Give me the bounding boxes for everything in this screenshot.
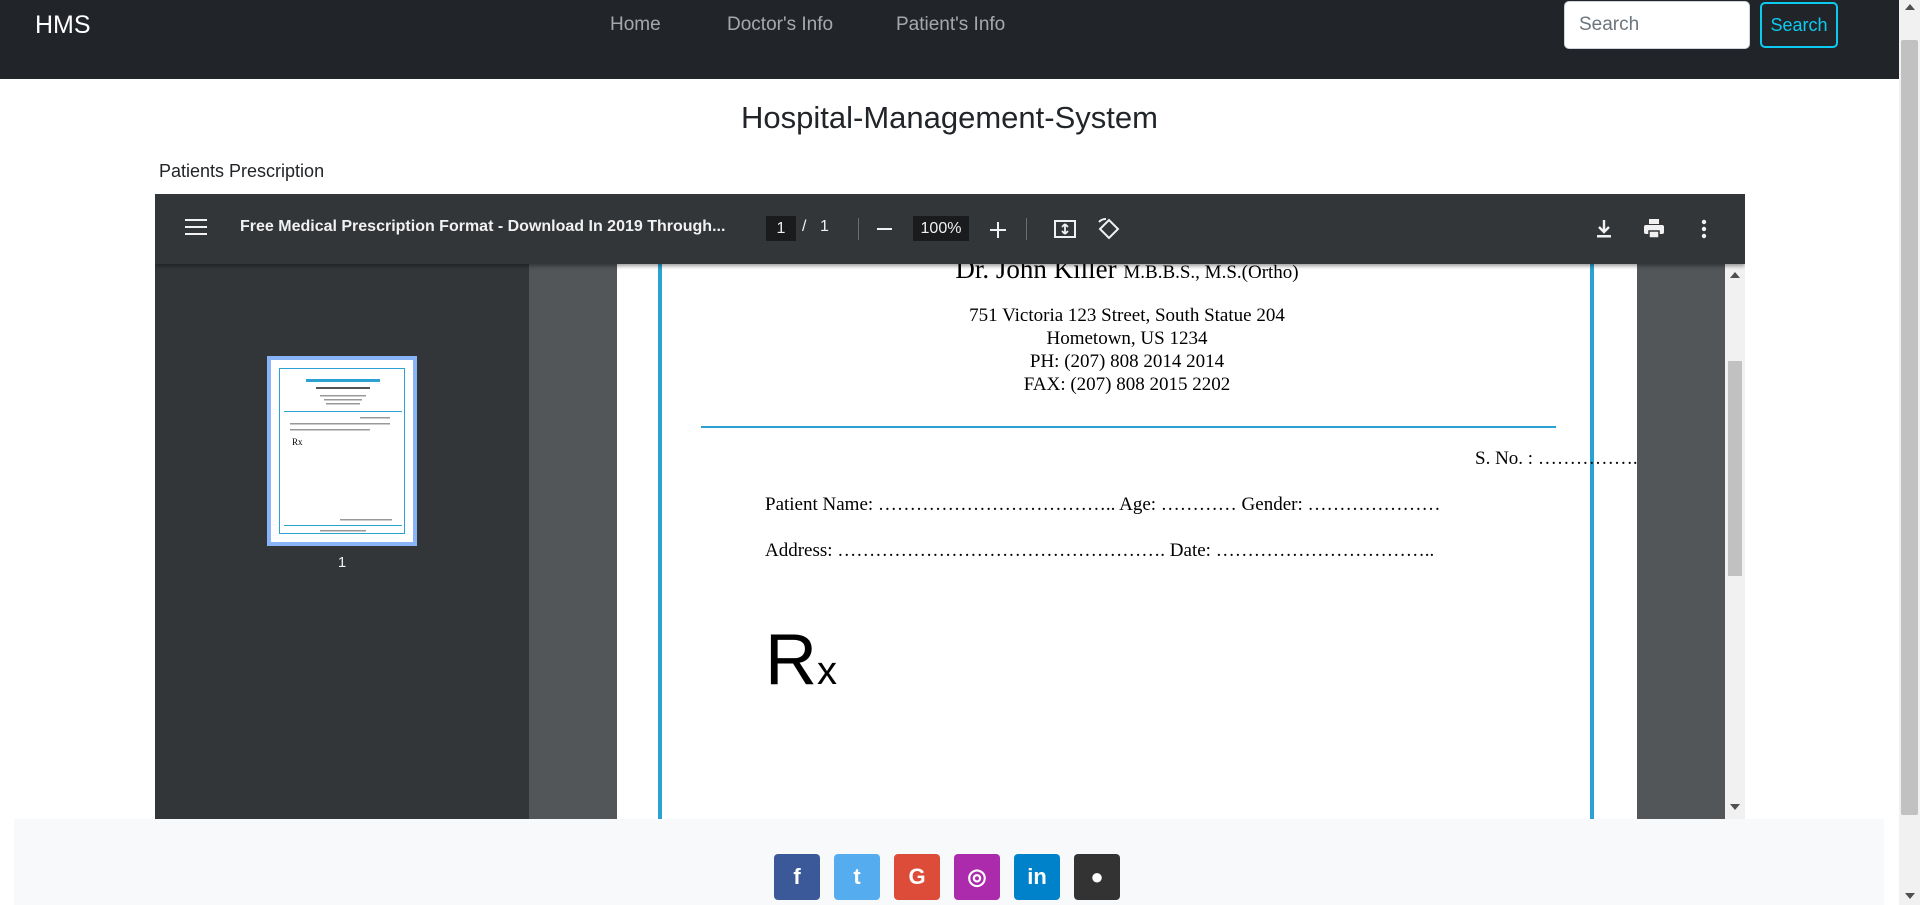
rotate-icon[interactable]: [1096, 216, 1122, 242]
pdf-scroll-down-icon[interactable]: [1730, 804, 1740, 810]
pdf-scrollbar[interactable]: [1725, 264, 1745, 819]
section-label: Patients Prescription: [159, 161, 325, 181]
scroll-up-arrow-icon[interactable]: [1905, 4, 1915, 10]
header-divider: [701, 426, 1556, 428]
doctor-credentials: M.B.B.S., M.S.(Ortho): [1123, 262, 1299, 283]
search-input[interactable]: [1564, 1, 1750, 49]
instagram-icon[interactable]: ◎: [954, 854, 1000, 900]
patient-info-field: Patient Name: ……………………………….. Age: ………… G…: [765, 494, 1441, 515]
brand-logo[interactable]: HMS: [35, 11, 91, 40]
rx-subscript: x: [817, 649, 837, 693]
google-icon[interactable]: G: [894, 854, 940, 900]
fit-page-icon[interactable]: [1052, 216, 1078, 242]
zoom-out-icon[interactable]: [877, 228, 892, 230]
pdf-viewer: Free Medical Prescription Format - Downl…: [155, 194, 1745, 819]
page-total: 1: [820, 218, 829, 235]
search-button[interactable]: Search: [1760, 2, 1838, 48]
address-date-field: Address: ……………………………………………. Date: …………………: [765, 540, 1435, 561]
nav-patients-info-link[interactable]: Patient's Info: [896, 14, 1005, 36]
clinic-phone: PH: (207) 808 2014 2014: [1029, 351, 1225, 372]
facebook-icon[interactable]: f: [774, 854, 820, 900]
clinic-fax: FAX: (207) 808 2015 2202: [1023, 374, 1231, 395]
download-icon[interactable]: [1591, 216, 1617, 242]
svg-text:Rx: Rx: [292, 437, 303, 447]
pdf-scrollbar-thumb[interactable]: [1728, 361, 1742, 576]
page-scrollbar[interactable]: [1899, 0, 1920, 905]
clinic-address-line2: Hometown, US 1234: [1046, 328, 1208, 349]
thumbnail-preview-graphic: Rx: [284, 379, 402, 532]
page-title: Hospital-Management-System: [741, 100, 1158, 135]
rx-letter: R: [765, 620, 817, 700]
nav-doctors-info-link[interactable]: Doctor's Info: [727, 14, 833, 36]
linkedin-icon[interactable]: in: [1014, 854, 1060, 900]
nav-home-link[interactable]: Home: [610, 14, 661, 36]
zoom-level-input[interactable]: 100%: [913, 216, 969, 241]
top-navbar: HMS Home Doctor's Info Patient's Info Se…: [0, 0, 1899, 79]
pdf-thumbnail-sidebar: Rx 1: [155, 264, 529, 819]
pdf-toolbar: Free Medical Prescription Format - Downl…: [155, 194, 1745, 264]
menu-icon[interactable]: [185, 219, 207, 237]
page-scrollbar-thumb[interactable]: [1901, 40, 1918, 815]
toolbar-divider: [1026, 218, 1027, 240]
footer: f t G ◎ in ●: [14, 819, 1884, 905]
pdf-file-title: Free Medical Prescription Format - Downl…: [240, 218, 726, 235]
clinic-address-line1: 751 Victoria 123 Street, South Statue 20…: [969, 305, 1285, 326]
print-icon[interactable]: [1641, 216, 1667, 242]
serial-number-field: S. No. : …………….: [1475, 448, 1638, 469]
github-icon[interactable]: ●: [1074, 854, 1120, 900]
thumbnail-page-preview: Rx: [279, 368, 405, 534]
page-separator: /: [802, 218, 807, 235]
thumbnail-page-number: 1: [337, 554, 347, 571]
scroll-down-arrow-icon[interactable]: [1905, 893, 1915, 899]
rx-symbol: Rx: [765, 619, 837, 701]
toolbar-divider: [858, 218, 859, 240]
pdf-document-page: Dr. John Killer M.B.B.S., M.S.(Ortho) 75…: [617, 254, 1638, 819]
twitter-icon[interactable]: t: [834, 854, 880, 900]
pdf-scroll-up-icon[interactable]: [1730, 272, 1740, 278]
page-thumbnail[interactable]: Rx: [267, 356, 417, 546]
more-options-icon[interactable]: [1691, 216, 1717, 242]
zoom-in-icon[interactable]: [990, 222, 1006, 238]
page-number-input[interactable]: 1: [766, 216, 796, 241]
